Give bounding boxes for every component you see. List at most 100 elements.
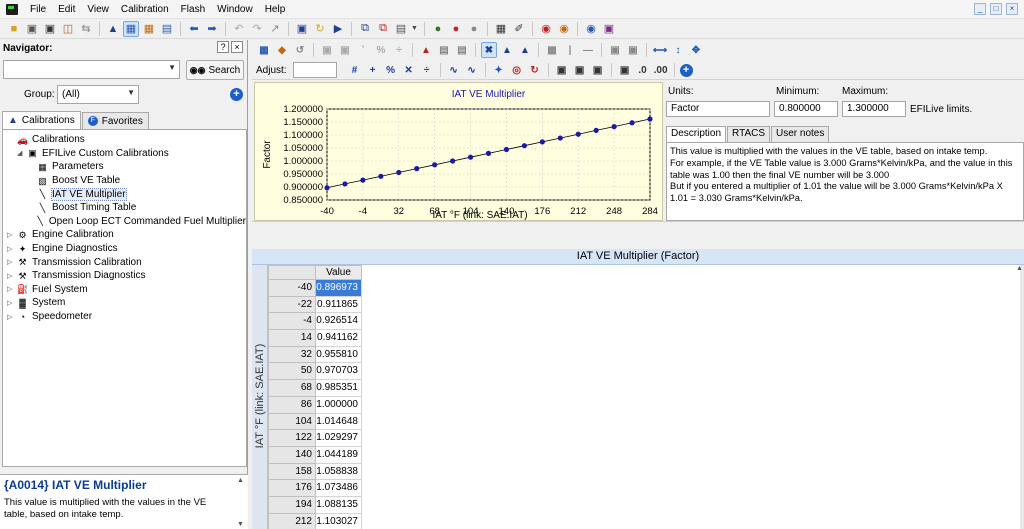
- swap-icon[interactable]: ⇆: [78, 21, 94, 37]
- scroll-up-icon[interactable]: ▲: [1016, 265, 1024, 272]
- tree-item[interactable]: ╲ IAT VE Multiplier: [3, 187, 246, 201]
- multiply-icon[interactable]: ÷: [391, 42, 407, 58]
- table-cell[interactable]: 1.044189: [316, 446, 362, 464]
- tab-user-notes[interactable]: User notes: [771, 126, 830, 142]
- search-input[interactable]: ▼: [3, 60, 180, 79]
- options-icon[interactable]: ◉: [556, 21, 572, 37]
- multiply-adjust-icon[interactable]: ✕: [401, 62, 417, 78]
- menu-flash[interactable]: Flash: [175, 4, 211, 15]
- vertical-arrows-icon[interactable]: ↕: [670, 42, 686, 58]
- tree-item[interactable]: ▷ ⛽ Fuel System: [3, 283, 246, 297]
- tree-item[interactable]: ▷ ⚙ Engine Calibration: [3, 228, 246, 242]
- zoom-cell-icon[interactable]: ▣: [590, 62, 606, 78]
- table-cell[interactable]: 0.985351: [316, 380, 362, 397]
- menu-window[interactable]: Window: [211, 4, 259, 15]
- table-cell[interactable]: 0.911865: [316, 296, 362, 314]
- tree-item[interactable]: ╲ Open Loop ECT Commanded Fuel Multiplier: [3, 215, 246, 229]
- menu-edit[interactable]: Edit: [52, 4, 81, 15]
- paste-table-icon[interactable]: ▣: [625, 42, 641, 58]
- table-cell[interactable]: 1.073486: [316, 480, 362, 497]
- refresh-icon[interactable]: ↻: [312, 21, 328, 37]
- table-view-icon[interactable]: ▦: [141, 21, 157, 37]
- table-cell[interactable]: 1.058838: [316, 463, 362, 481]
- tab-calibrations[interactable]: ▲ Calibrations: [2, 111, 81, 129]
- decimal-increase-icon[interactable]: .00: [653, 62, 669, 78]
- bookmark-icon[interactable]: ▲: [418, 42, 434, 58]
- zoom-select-icon[interactable]: ▣: [572, 62, 588, 78]
- minimize-button[interactable]: _: [974, 3, 986, 15]
- write-icon[interactable]: ●: [466, 21, 482, 37]
- chevron-down-icon[interactable]: ▼: [127, 88, 135, 97]
- compare-icon[interactable]: ◫: [60, 21, 76, 37]
- range-select-icon[interactable]: ▣: [294, 21, 310, 37]
- refresh-red-icon[interactable]: ↻: [527, 62, 543, 78]
- read-icon[interactable]: ●: [448, 21, 464, 37]
- zoom-fit-icon[interactable]: ▣: [554, 62, 570, 78]
- smooth-icon[interactable]: ∿: [446, 62, 462, 78]
- play-icon[interactable]: ▶: [330, 21, 346, 37]
- bracket-icon[interactable]: ▣: [617, 62, 633, 78]
- undo-icon[interactable]: ↶: [231, 21, 247, 37]
- interpolate-icon[interactable]: ‵: [355, 42, 371, 58]
- fill-down-icon[interactable]: ▣: [337, 42, 353, 58]
- chart-view-icon[interactable]: ▤: [159, 21, 175, 37]
- copy-special-icon[interactable]: ⧉: [375, 21, 391, 37]
- scan-icon[interactable]: ▦: [493, 21, 509, 37]
- minus-line-icon[interactable]: —: [580, 42, 596, 58]
- reset-icon[interactable]: ↺: [292, 42, 308, 58]
- expander-icon[interactable]: ▷: [7, 285, 15, 293]
- tree-item[interactable]: ▷ ▓ System: [3, 296, 246, 310]
- vehicle-icon[interactable]: ▲: [105, 21, 121, 37]
- chevron-down-icon[interactable]: ▼: [168, 63, 176, 72]
- align-2-icon[interactable]: ▤: [454, 42, 470, 58]
- tree-item[interactable]: ▧ Boost VE Table: [3, 174, 246, 188]
- table-scrollbar[interactable]: [1020, 265, 1024, 529]
- table-cell[interactable]: 0.955810: [316, 346, 362, 364]
- globe-icon[interactable]: ◉: [583, 21, 599, 37]
- close-button[interactable]: ×: [1006, 3, 1018, 15]
- tab-favorites[interactable]: F Favorites: [81, 112, 149, 129]
- copy-table-icon[interactable]: ▣: [607, 42, 623, 58]
- align-icon[interactable]: ▤: [436, 42, 452, 58]
- minimum-field[interactable]: 0.800000: [774, 101, 838, 117]
- add-button[interactable]: +: [679, 63, 693, 77]
- expander-icon[interactable]: ▷: [7, 313, 15, 321]
- add-group-button[interactable]: +: [230, 88, 243, 101]
- scroll-down-icon[interactable]: ▼: [235, 521, 246, 528]
- table-cell[interactable]: 1.000000: [316, 396, 362, 414]
- book-icon[interactable]: ▣: [601, 21, 617, 37]
- scroll-up-icon[interactable]: ▲: [235, 477, 246, 484]
- divide-adjust-icon[interactable]: ÷: [419, 62, 435, 78]
- decimal-decrease-icon[interactable]: .0: [635, 62, 651, 78]
- table-cell[interactable]: 1.103027: [316, 513, 362, 529]
- add-icon[interactable]: +: [365, 62, 381, 78]
- tree-item[interactable]: ▷ ✦ Engine Diagnostics: [3, 242, 246, 256]
- tree-item[interactable]: ◢ ▣ EFILive Custom Calibrations: [3, 147, 246, 161]
- row-icon[interactable]: |: [562, 42, 578, 58]
- copy-icon[interactable]: ⧉: [357, 21, 373, 37]
- restore-button[interactable]: □: [990, 3, 1002, 15]
- menu-view[interactable]: View: [81, 4, 115, 15]
- set-value-icon[interactable]: #: [347, 62, 363, 78]
- connect-icon[interactable]: ●: [430, 21, 446, 37]
- expander-icon[interactable]: ▷: [7, 258, 15, 266]
- tree-item[interactable]: ▷ ⚒ Transmission Diagnostics: [3, 269, 246, 283]
- horizontal-arrows-icon[interactable]: ⟷: [652, 42, 668, 58]
- tab-description[interactable]: Description: [666, 126, 727, 142]
- maximum-field[interactable]: 1.300000: [842, 101, 906, 117]
- save-icon[interactable]: ▣: [24, 21, 40, 37]
- table-cell[interactable]: 0.896973: [316, 280, 362, 297]
- table-cell[interactable]: 1.029297: [316, 430, 362, 447]
- back-arrow-icon[interactable]: ⬅: [186, 21, 202, 37]
- expander-icon[interactable]: ▷: [7, 245, 15, 253]
- table-cell[interactable]: 0.970703: [316, 363, 362, 381]
- trend-icon[interactable]: ↗: [267, 21, 283, 37]
- tree-item[interactable]: ▷ ◔ Speedometer: [3, 310, 246, 324]
- tab-rtacs[interactable]: RTACS: [727, 126, 770, 142]
- percent-adjust-icon[interactable]: %: [383, 62, 399, 78]
- tools-icon[interactable]: ✐: [511, 21, 527, 37]
- navigator-toggle-icon[interactable]: ▦: [123, 20, 139, 37]
- description-scrollbar[interactable]: ▲ ▼: [235, 477, 246, 528]
- adjust-input[interactable]: [292, 62, 337, 78]
- forward-arrow-icon[interactable]: ➡: [204, 21, 220, 37]
